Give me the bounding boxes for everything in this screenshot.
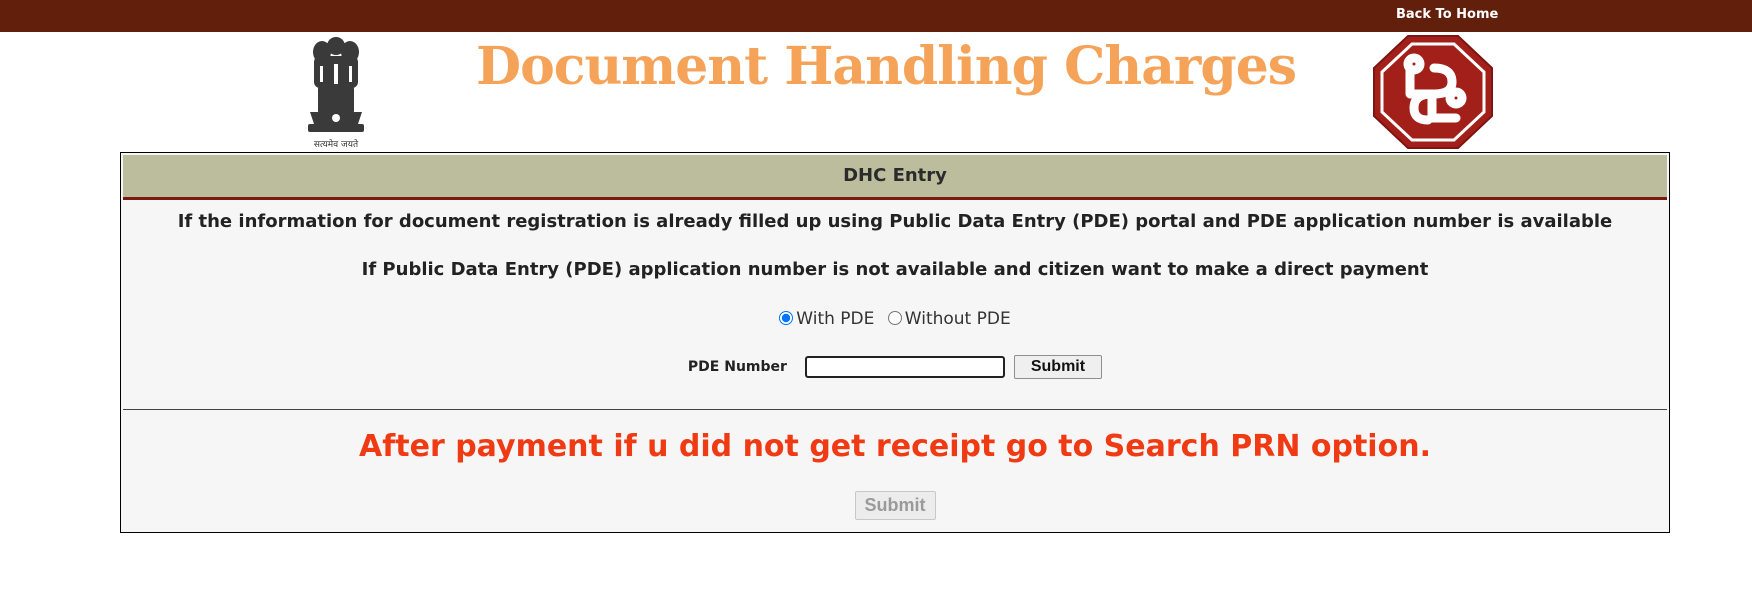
info-text-with-pde: If the information for document registra…	[177, 211, 1613, 232]
with-pde-option[interactable]: With PDE	[779, 309, 880, 329]
info-text-without-pde: If Public Data Entry (PDE) application n…	[361, 259, 1429, 280]
pde-number-input[interactable]	[805, 356, 1006, 378]
section-divider	[123, 409, 1667, 410]
panel-heading: DHC Entry	[123, 155, 1667, 200]
without-pde-label: Without PDE	[904, 309, 1011, 329]
with-pde-radio[interactable]	[779, 311, 794, 325]
department-seal-icon	[1373, 35, 1493, 149]
pde-number-label: PDE Number	[687, 359, 787, 375]
back-to-home-link[interactable]: Back To Home	[1396, 7, 1498, 22]
with-pde-label: With PDE	[796, 309, 875, 329]
dhc-entry-panel: DHC Entry If the information for documen…	[120, 152, 1670, 533]
national-emblem-icon	[308, 37, 364, 132]
page-title: Document Handling Charges	[476, 36, 1297, 97]
pde-number-row: PDE Number Submit	[121, 355, 1669, 379]
payment-receipt-notice: After payment if u did not get receipt g…	[359, 429, 1431, 464]
top-navigation-bar: Back To Home	[0, 0, 1752, 32]
emblem-caption: सत्यमेव जयते	[313, 140, 359, 150]
without-pde-option[interactable]: Without PDE	[887, 309, 1011, 329]
bottom-submit-button[interactable]: Submit	[854, 491, 936, 520]
pde-option-group: With PDE Without PDE	[121, 309, 1669, 329]
pde-submit-button[interactable]: Submit	[1013, 355, 1103, 379]
without-pde-radio[interactable]	[887, 311, 902, 325]
bottom-submit-container: Submit	[121, 491, 1669, 520]
